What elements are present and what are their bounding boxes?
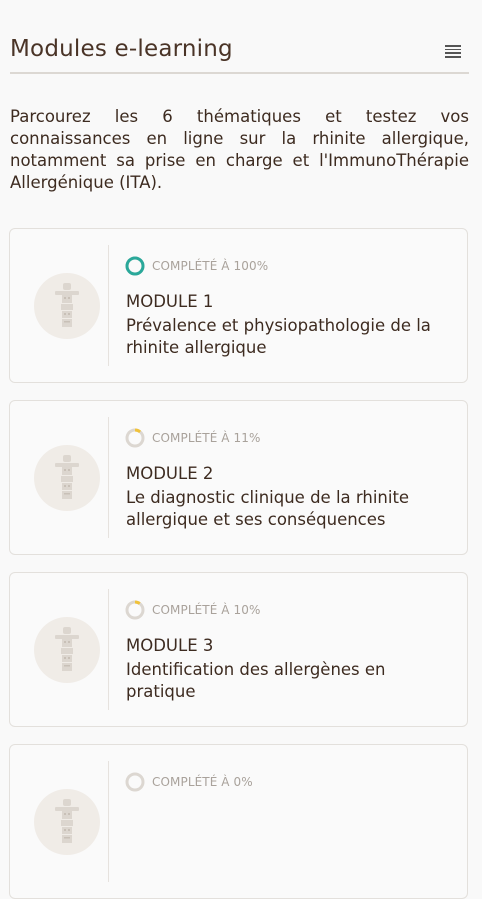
completion-status-text: COMPLÉTÉ À 0% [152,775,253,789]
page-header: Modules e-learning [10,30,469,74]
totem-icon [55,627,79,671]
module-thumbnail [34,273,100,339]
completion-status-text: COMPLÉTÉ À 10% [152,603,261,617]
module-title: Le diagnostic clinique de la rhinite all… [126,488,410,529]
progress-ring-icon [125,772,145,792]
completion-status-text: COMPLÉTÉ À 100% [152,259,269,273]
module-title: Prévalence et physiopathologie de la rhi… [126,316,431,357]
completion-status: COMPLÉTÉ À 100% [124,256,268,276]
card-divider [108,417,109,538]
progress-ring-icon [125,428,145,448]
module-thumbnail [34,445,100,511]
card-divider [108,761,109,882]
module-title: Identification des allergènes en pratiqu… [126,660,386,701]
completion-status: COMPLÉTÉ À 11% [124,428,261,448]
module-card[interactable]: COMPLÉTÉ À 0% [9,744,468,899]
module-card[interactable]: COMPLÉTÉ À 10% MODULE 3 Identification d… [9,572,468,727]
intro-text: Parcourez les 6 thématiques et testez vo… [10,107,469,192]
module-card[interactable]: COMPLÉTÉ À 100% MODULE 1 Prévalence et p… [9,228,468,383]
module-thumbnail [34,617,100,683]
progress-ring-icon [125,256,145,276]
completion-status-text: COMPLÉTÉ À 11% [152,431,261,445]
card-divider [108,589,109,710]
totem-icon [55,455,79,499]
module-label: MODULE 3 [126,636,214,655]
page-title: Modules e-learning [10,36,233,62]
completion-status: COMPLÉTÉ À 10% [124,600,261,620]
module-label: MODULE 2 [126,464,214,483]
module-label: MODULE 1 [126,292,214,311]
progress-ring-icon [125,600,145,620]
totem-icon [55,283,79,327]
hamburger-menu-icon[interactable] [445,45,461,58]
completion-status: COMPLÉTÉ À 0% [124,772,253,792]
module-thumbnail [34,789,100,855]
module-card[interactable]: COMPLÉTÉ À 11% MODULE 2 Le diagnostic cl… [9,400,468,555]
card-divider [108,245,109,366]
